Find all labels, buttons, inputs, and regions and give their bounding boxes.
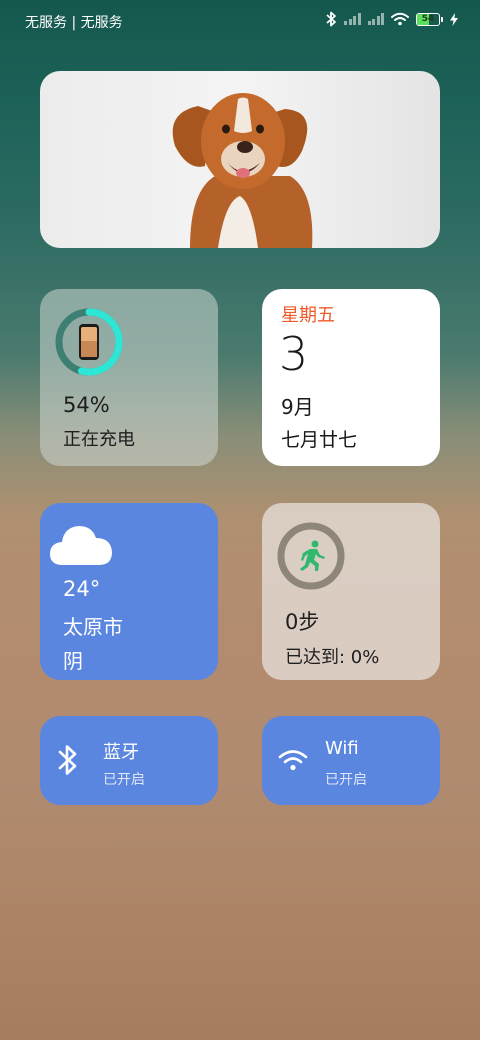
bluetooth-toggle-icon — [58, 745, 77, 775]
calendar-widget[interactable]: 星期五 3 9月 七月廿七 — [262, 289, 440, 466]
weather-condition: 阴 — [63, 649, 83, 673]
battery-widget[interactable]: 54% 正在充电 — [40, 289, 218, 466]
bluetooth-icon — [326, 11, 336, 27]
signal-icon — [344, 13, 361, 25]
calendar-day: 3 — [279, 327, 309, 381]
weather-temperature: 24° — [63, 577, 101, 601]
bluetooth-title: 蓝牙 — [103, 742, 139, 763]
calendar-weekday: 星期五 — [281, 305, 335, 326]
dog-photo — [172, 93, 313, 248]
wifi-icon — [391, 12, 409, 26]
status-bar: 无服务 | 无服务 54 — [0, 0, 480, 42]
wifi-title: Wifi — [325, 738, 359, 759]
calendar-lunar: 七月廿七 — [281, 429, 358, 451]
bluetooth-state: 已开启 — [103, 772, 145, 788]
steps-widget[interactable]: 0步 已达到: 0% — [262, 503, 440, 680]
weather-city: 太原市 — [63, 615, 123, 639]
weather-widget[interactable]: 24° 太原市 阴 — [40, 503, 218, 680]
steps-progress: 已达到: 0% — [285, 647, 380, 668]
phone-icon — [79, 324, 99, 360]
battery-tip — [441, 16, 443, 22]
status-icons: 54 — [325, 11, 458, 27]
signal-icon-2 — [367, 13, 384, 25]
battery-status: 正在充电 — [63, 429, 135, 450]
bluetooth-toggle[interactable]: 蓝牙 已开启 — [40, 716, 218, 805]
cloud-icon — [50, 526, 112, 565]
wifi-state: 已开启 — [325, 772, 367, 788]
battery-percent: 54 — [421, 13, 435, 24]
photo-widget[interactable] — [40, 71, 440, 248]
steps-count: 0步 — [285, 610, 320, 634]
wifi-toggle[interactable]: Wifi 已开启 — [262, 716, 440, 805]
battery-icon: 54 — [416, 12, 440, 26]
charging-bolt-icon — [450, 12, 458, 26]
wifi-toggle-icon — [278, 750, 308, 771]
runner-icon — [300, 540, 325, 571]
carrier-label: 无服务 | 无服务 — [25, 15, 123, 31]
battery-level: 54% — [63, 393, 110, 417]
calendar-month: 9月 — [281, 395, 314, 419]
